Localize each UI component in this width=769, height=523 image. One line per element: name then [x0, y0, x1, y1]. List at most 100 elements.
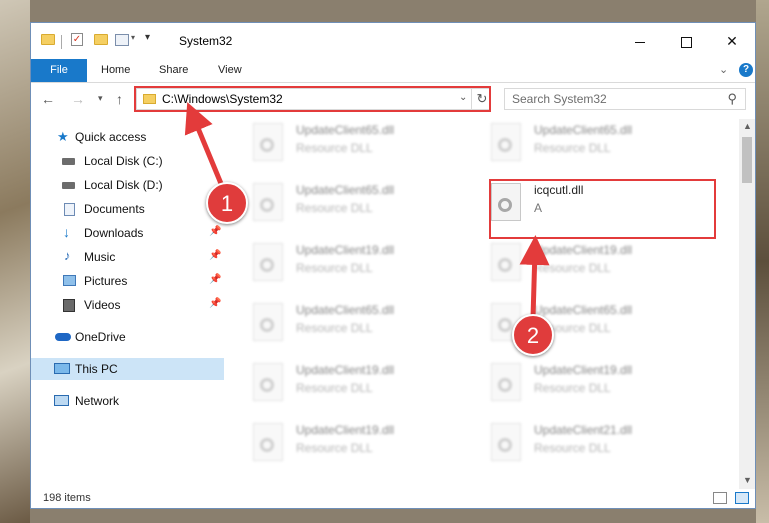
- download-icon: ↓: [63, 224, 70, 240]
- maximize-icon: [680, 36, 692, 48]
- back-arrow-icon[interactable]: ←: [41, 91, 55, 107]
- customize-icon[interactable]: [115, 34, 129, 46]
- properties-check-icon[interactable]: ✓: [71, 33, 83, 46]
- dll-file-icon: [253, 243, 283, 281]
- dll-file-icon: [253, 123, 283, 161]
- close-icon: ✕: [726, 33, 738, 49]
- file-type: Resource DLL: [296, 261, 373, 275]
- sidebar-item-this-pc[interactable]: This PC: [31, 358, 224, 380]
- file-name: UpdateClient65.dll: [296, 303, 395, 317]
- file-name: UpdateClient19.dll: [296, 423, 395, 437]
- sidebar-item-documents[interactable]: Documents 📌: [31, 198, 224, 220]
- file-type: Resource DLL: [534, 261, 611, 275]
- sidebar-item-local-disk-d[interactable]: Local Disk (D:): [31, 174, 224, 196]
- sidebar-item-label: Videos: [84, 298, 121, 312]
- pictures-icon: [63, 275, 76, 286]
- window-title: System32: [179, 34, 233, 48]
- dll-file-icon: [253, 363, 283, 401]
- star-icon: ★: [57, 129, 69, 144]
- file-type: Resource DLL: [296, 201, 373, 215]
- file-type: Resource DLL: [296, 321, 373, 335]
- file-item[interactable]: UpdateClient19.dll Resource DLL: [487, 359, 717, 413]
- chevron-down-icon[interactable]: ▾: [131, 33, 135, 42]
- cloud-icon: [55, 333, 71, 341]
- large-icons-view-icon[interactable]: [735, 492, 749, 504]
- tab-view[interactable]: View: [218, 59, 242, 82]
- sidebar-item-network[interactable]: Network: [31, 390, 224, 412]
- scroll-down-icon[interactable]: ▼: [743, 475, 752, 485]
- title-bar: ✓ ▾ ▾ System32 ✕: [31, 23, 755, 59]
- search-icon[interactable]: ⚲: [727, 91, 737, 107]
- minimize-button[interactable]: [617, 23, 663, 59]
- scroll-thumb[interactable]: [742, 137, 752, 183]
- forward-arrow-icon[interactable]: →: [71, 91, 85, 107]
- dll-file-icon: [491, 423, 521, 461]
- minimize-icon: [635, 41, 645, 43]
- sidebar-item-label: Pictures: [84, 274, 128, 288]
- file-list: UpdateClient65.dll Resource DLL UpdateCl…: [249, 119, 739, 489]
- sidebar-item-music[interactable]: ♪ Music 📌: [31, 246, 224, 268]
- network-icon: [54, 395, 69, 406]
- file-name: UpdateClient19.dll: [296, 243, 395, 257]
- file-item[interactable]: UpdateClient19.dll Resource DLL: [249, 239, 479, 293]
- status-bar: 198 items: [31, 489, 755, 508]
- step-1-badge: 1: [206, 182, 248, 224]
- vertical-scrollbar[interactable]: ▲ ▼: [739, 119, 755, 489]
- pin-icon[interactable]: 📌: [209, 226, 221, 237]
- sidebar-item-pictures[interactable]: Pictures 📌: [31, 270, 224, 292]
- file-item[interactable]: UpdateClient65.dll Resource DLL: [249, 299, 479, 353]
- help-icon[interactable]: ?: [739, 63, 753, 77]
- file-type: Resource DLL: [534, 141, 611, 155]
- sidebar-item-quick-access[interactable]: ★ Quick access: [31, 126, 224, 148]
- sidebar-item-onedrive[interactable]: OneDrive: [31, 326, 224, 348]
- file-highlight-box: [489, 179, 716, 239]
- file-item[interactable]: UpdateClient19.dll Resource DLL: [487, 239, 717, 293]
- drive-icon: [62, 182, 75, 189]
- file-item[interactable]: UpdateClient19.dll Resource DLL: [249, 359, 479, 413]
- dropdown-icon[interactable]: ▾: [145, 32, 150, 43]
- file-item[interactable]: UpdateClient65.dll Resource DLL: [249, 119, 479, 173]
- pin-icon[interactable]: 📌: [209, 250, 221, 261]
- search-input[interactable]: Search System32 ⚲: [504, 88, 746, 110]
- dll-file-icon: [253, 423, 283, 461]
- desktop-background-right: [756, 0, 769, 523]
- sidebar-item-downloads[interactable]: ↓ Downloads 📌: [31, 222, 224, 244]
- videos-icon: [63, 299, 75, 312]
- dll-file-icon: [491, 243, 521, 281]
- file-item[interactable]: UpdateClient65.dll Resource DLL: [249, 179, 479, 233]
- file-name: UpdateClient65.dll: [296, 183, 395, 197]
- file-name: UpdateClient65.dll: [534, 123, 633, 137]
- details-view-icon[interactable]: [713, 492, 727, 504]
- file-item[interactable]: UpdateClient21.dll Resource DLL: [487, 419, 717, 473]
- sidebar-item-label: Quick access: [75, 130, 147, 144]
- pin-icon[interactable]: 📌: [209, 274, 221, 285]
- navigation-pane: ★ Quick access Local Disk (C:) Local Dis…: [31, 119, 224, 489]
- ribbon-tabs: File Home Share View ⌄ ?: [31, 59, 755, 83]
- sidebar-item-local-disk-c[interactable]: Local Disk (C:): [31, 150, 224, 172]
- navigation-bar: ← → ▾ ↑ C:\Windows\System32 ⌄ ↻ Search S…: [31, 83, 755, 117]
- file-item[interactable]: UpdateClient65.dll Resource DLL: [487, 119, 717, 173]
- sidebar-item-label: OneDrive: [75, 330, 126, 344]
- scroll-up-icon[interactable]: ▲: [743, 121, 752, 131]
- tab-share[interactable]: Share: [159, 59, 188, 82]
- computer-icon: [54, 363, 70, 374]
- sidebar-item-videos[interactable]: Videos 📌: [31, 294, 224, 316]
- close-button[interactable]: ✕: [709, 23, 755, 59]
- up-arrow-icon[interactable]: ↑: [116, 91, 123, 107]
- sidebar-item-label: Music: [84, 250, 116, 264]
- dll-file-icon: [491, 363, 521, 401]
- maximize-button[interactable]: [663, 23, 709, 59]
- sidebar-item-label: This PC: [75, 362, 118, 376]
- expand-ribbon-icon[interactable]: ⌄: [719, 63, 728, 76]
- pin-icon[interactable]: 📌: [209, 298, 221, 309]
- tab-file[interactable]: File: [31, 59, 87, 82]
- item-count: 198 items: [43, 492, 91, 504]
- tab-home[interactable]: Home: [101, 59, 130, 82]
- file-type: Resource DLL: [296, 141, 373, 155]
- new-folder-icon[interactable]: [94, 34, 108, 45]
- file-explorer-window: ✓ ▾ ▾ System32 ✕ File Home Share View ⌄ …: [30, 22, 756, 509]
- recent-locations-icon[interactable]: ▾: [98, 93, 103, 104]
- file-name: UpdateClient65.dll: [534, 303, 633, 317]
- file-name: UpdateClient65.dll: [296, 123, 395, 137]
- file-item[interactable]: UpdateClient19.dll Resource DLL: [249, 419, 479, 473]
